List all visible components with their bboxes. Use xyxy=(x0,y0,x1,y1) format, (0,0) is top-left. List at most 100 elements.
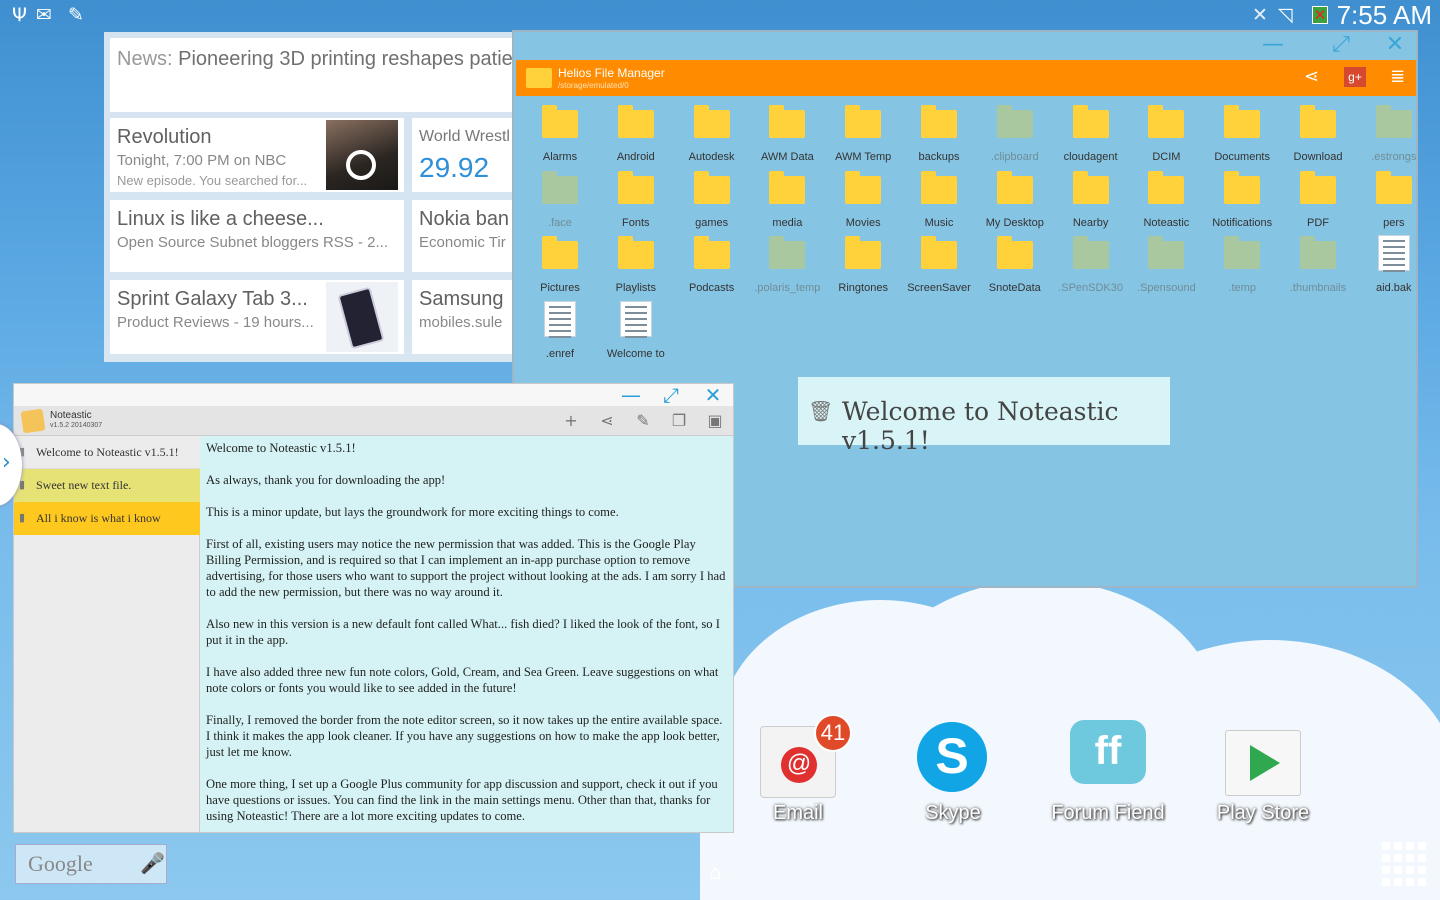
file-item[interactable]: .enref xyxy=(522,300,598,363)
file-name: Alarms xyxy=(542,151,578,163)
news-card[interactable]: Nokia ban Economic Tir xyxy=(412,200,522,272)
news-card[interactable]: Samsung mobiles.sule xyxy=(412,280,522,354)
card-subtitle: Product Reviews - 19 hours... xyxy=(117,314,314,331)
folder-icon xyxy=(921,170,957,204)
file-item[interactable]: Playlists xyxy=(598,235,674,297)
card-subtitle: mobiles.sule xyxy=(419,314,503,331)
file-item[interactable]: Music xyxy=(901,170,977,232)
minimize-button[interactable]: — xyxy=(1256,32,1290,60)
news-widget[interactable]: News: Pioneering 3D printing reshapes pa… xyxy=(104,32,524,362)
file-item[interactable]: My Desktop xyxy=(977,170,1053,232)
file-item[interactable]: cloudagent xyxy=(1053,104,1129,166)
file-item[interactable]: Pictures xyxy=(522,235,598,297)
mute-icon: ✕ xyxy=(1252,4,1268,26)
file-name: .face xyxy=(548,216,572,229)
file-item[interactable]: PDF xyxy=(1280,170,1356,232)
share-button[interactable]: ⋖ xyxy=(595,410,619,432)
news-headline-card[interactable]: News: Pioneering 3D printing reshapes pa… xyxy=(110,38,520,112)
file-name: .temp xyxy=(1228,282,1256,294)
card-subtitle: Tonight, 7:00 PM on NBC xyxy=(117,152,287,169)
folder-icon xyxy=(617,105,654,138)
file-item[interactable]: .estrongs xyxy=(1356,104,1432,166)
app-name: Noteastic xyxy=(50,410,92,421)
trash-icon[interactable]: ▮ xyxy=(19,502,25,535)
file-item[interactable]: AWM Data xyxy=(749,104,825,166)
file-name: games xyxy=(695,216,729,229)
note-editor[interactable]: Welcome to Noteastic v1.5.1! As always, … xyxy=(200,436,733,832)
home-icon[interactable]: ⌂ xyxy=(709,860,722,884)
file-item[interactable]: pers xyxy=(1356,170,1432,232)
app-drawer-icon[interactable] xyxy=(1382,842,1426,886)
file-item[interactable]: aid.bak xyxy=(1356,235,1432,297)
weather-card[interactable]: World Wrestl 29.92 xyxy=(412,118,522,192)
minimize-button[interactable]: — xyxy=(614,384,648,406)
usb-icon: Ψ xyxy=(12,4,27,26)
file-item[interactable]: .Spensound xyxy=(1128,235,1204,297)
close-button[interactable]: ✕ xyxy=(696,384,730,406)
menu-icon[interactable]: ≣ xyxy=(1390,66,1405,87)
file-item[interactable]: games xyxy=(674,170,750,232)
folder-icon xyxy=(1224,105,1261,138)
file-item[interactable]: SnoteData xyxy=(977,235,1053,297)
maximize-button[interactable]: ⤢ xyxy=(1324,32,1358,60)
document-icon xyxy=(619,300,652,338)
file-item[interactable]: media xyxy=(749,170,825,232)
news-card[interactable]: Sprint Galaxy Tab 3... Product Reviews -… xyxy=(110,280,404,354)
note-title: Welcome to Noteastic v1.5.1! xyxy=(36,445,179,459)
file-item[interactable]: .clipboard xyxy=(977,104,1053,166)
file-item[interactable]: DCIM xyxy=(1128,104,1204,166)
file-item[interactable]: Documents xyxy=(1204,104,1280,166)
file-item[interactable]: Welcome to xyxy=(598,300,674,363)
app-title: Helios File Manager xyxy=(558,66,665,80)
file-item[interactable]: .SPenSDK30 xyxy=(1053,235,1129,297)
news-card[interactable]: Linux is like a cheese... Open Source Su… xyxy=(110,200,404,272)
share-icon[interactable]: ⋖ xyxy=(1304,66,1319,87)
card-title: Nokia ban xyxy=(419,208,510,230)
file-item[interactable]: Notifications xyxy=(1204,170,1280,232)
file-item[interactable]: AWM Temp xyxy=(825,104,901,166)
file-item[interactable]: .thumbnails xyxy=(1280,235,1356,297)
microphone-icon[interactable]: 🎤 xyxy=(140,851,165,875)
file-item[interactable]: ScreenSaver xyxy=(901,235,977,297)
file-name: DCIM xyxy=(1152,151,1181,163)
note-paragraph: Finally, I removed the border from the n… xyxy=(206,713,723,759)
file-name: Nearby xyxy=(1072,216,1109,229)
edit-button[interactable]: ✎ xyxy=(631,410,655,432)
file-item[interactable]: Ringtones xyxy=(825,235,901,297)
note-item[interactable]: ▮ Sweet new text file. xyxy=(14,469,200,502)
trash-icon: 🗑 xyxy=(808,399,834,423)
maximize-button[interactable]: ⤢ xyxy=(654,384,688,406)
card-title: Revolution xyxy=(117,126,212,148)
file-grid: Alarms Android Autodesk AWM Data AWM Temp bac… xyxy=(514,96,1416,396)
google-plus-icon[interactable]: g+ xyxy=(1344,67,1366,87)
file-item[interactable]: Download xyxy=(1280,104,1356,166)
noteastic-window[interactable]: — ⤢ ✕ Noteastic v1.5.2 20140307 + ⋖ ✎ ❐ … xyxy=(13,383,734,833)
file-item[interactable]: Alarms xyxy=(522,104,598,166)
file-item[interactable]: .polaris_temp xyxy=(749,235,825,297)
add-note-button[interactable]: + xyxy=(559,410,583,432)
google-search-widget[interactable]: Google 🎤 xyxy=(15,844,167,884)
file-name: Autodesk xyxy=(688,151,735,163)
file-item[interactable]: Fonts xyxy=(598,170,674,232)
file-item[interactable]: Android xyxy=(598,104,674,166)
save-button[interactable]: ▣ xyxy=(703,410,727,432)
card-subtitle: Open Source Subnet bloggers RSS - 2... xyxy=(117,234,388,251)
file-item[interactable]: backups xyxy=(901,104,977,166)
file-name: backups xyxy=(918,151,960,163)
close-button[interactable]: ✕ xyxy=(1378,32,1412,60)
copy-button[interactable]: ❐ xyxy=(667,410,691,432)
file-item[interactable]: .face xyxy=(522,170,598,232)
news-card[interactable]: Revolution Tonight, 7:00 PM on NBC New e… xyxy=(110,118,404,192)
file-item[interactable]: Autodesk xyxy=(674,104,750,166)
folder-icon xyxy=(1148,236,1185,269)
file-item[interactable]: .temp xyxy=(1204,235,1280,297)
file-item[interactable]: Movies xyxy=(825,170,901,232)
folder-icon xyxy=(845,236,882,269)
note-item[interactable]: ▮ Welcome to Noteastic v1.5.1! xyxy=(14,436,200,469)
note-item[interactable]: ▮ All i know is what i know xyxy=(14,502,200,535)
file-item[interactable]: Noteastic xyxy=(1128,170,1204,232)
file-item[interactable]: Podcasts xyxy=(674,235,750,297)
folder-icon xyxy=(1072,236,1109,269)
folder-icon xyxy=(693,170,730,204)
file-item[interactable]: Nearby xyxy=(1053,170,1129,232)
